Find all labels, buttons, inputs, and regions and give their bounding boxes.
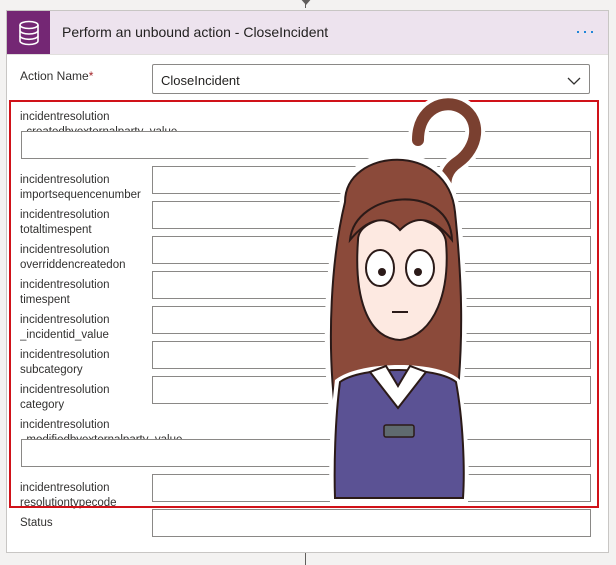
field-label-incidentid: incidentresolution _incidentid_value [20,314,110,341]
action-name-label: Action Name* [20,69,94,83]
field-label-overriddencreatedon: incidentresolution overriddencreatedon [20,244,126,271]
status-input[interactable] [152,509,591,537]
field-label-timespent: incidentresolution timespent [20,279,110,306]
card-header[interactable]: Perform an unbound action - CloseInciden… [7,11,608,55]
card-title: Perform an unbound action - CloseInciden… [62,24,329,40]
connector-line-bottom [305,553,306,565]
field-label-totaltimespent: incidentresolution totaltimespent [20,209,110,236]
database-icon [7,11,50,54]
field-label-createdbyexternalparty: incidentresolution _createdbyexternalpar… [20,111,178,133]
field-label-status: Status [20,517,53,529]
chevron-down-icon [567,73,581,91]
action-name-value: CloseIncident [161,73,240,88]
more-options-button[interactable]: ··· [575,22,596,40]
field-label-resolutiontypecode: incidentresolution resolutiontypecode [20,482,117,509]
required-marker: * [88,69,94,83]
field-label-subcategory: incidentresolution subcategory [20,349,110,376]
field-label-importsequencenumber: incidentresolution importsequencenumber [20,174,141,201]
connector-arrow-icon [299,0,313,5]
field-label-category: incidentresolution category [20,384,110,411]
confused-character-sticker [324,94,486,502]
field-label-modifiedbyexternalparty: incidentresolution _modifiedbyexternalpa… [20,419,183,441]
